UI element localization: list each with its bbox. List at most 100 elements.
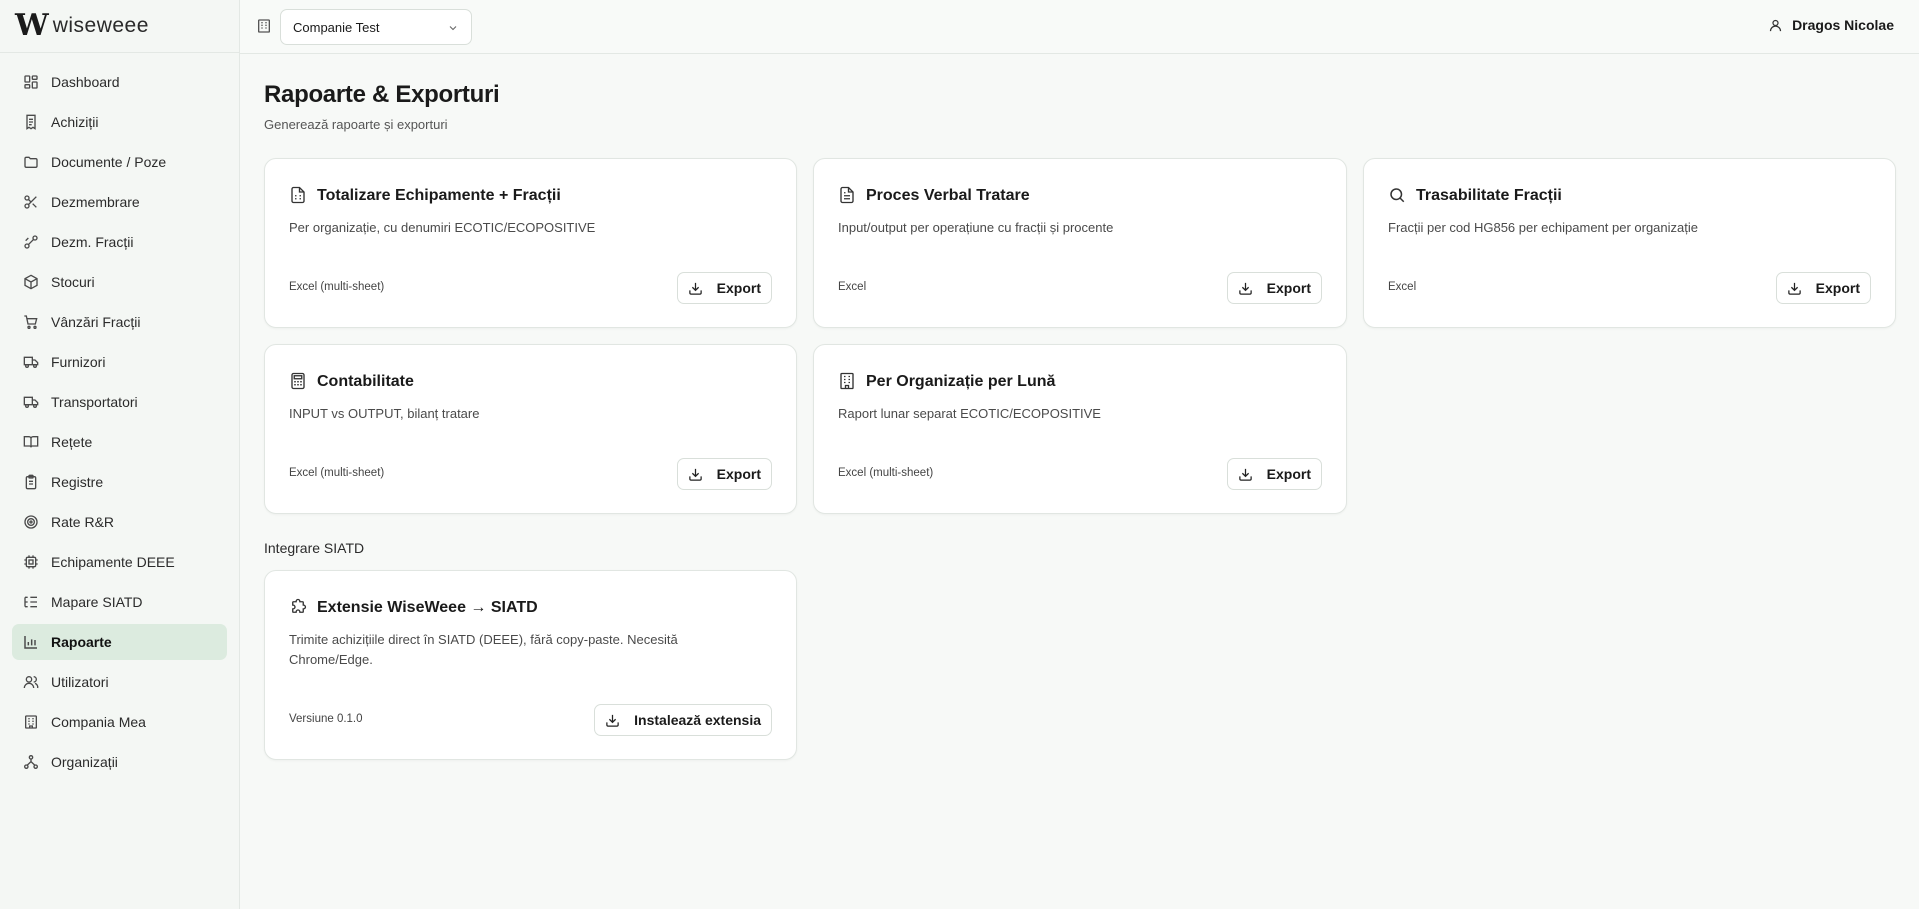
logo-mark: W (15, 8, 49, 43)
install-extension-button[interactable]: Instalează extensia (594, 704, 772, 736)
sidebar-item-utilizatori[interactable]: Utilizatori (12, 664, 227, 700)
top-header: Companie Test Dragos Nicolae (240, 0, 1919, 54)
sidebar-item-label: Vânzări Fracții (51, 314, 141, 330)
target-icon (23, 514, 39, 530)
cpu-icon (23, 554, 39, 570)
sidebar-item-rapoarte[interactable]: Rapoarte (12, 624, 227, 660)
page-title: Rapoarte & Exporturi (264, 81, 500, 108)
export-button[interactable]: Export (676, 272, 772, 304)
sidebar-item-label: Dezm. Fracții (51, 234, 134, 250)
file-spreadsheet-icon (289, 186, 307, 204)
puzzle-icon (289, 598, 307, 616)
building-icon (23, 714, 39, 730)
download-icon (1238, 467, 1253, 482)
sidebar-item-dezmembrare[interactable]: Dezmembrare (12, 184, 227, 220)
sidebar-item-mapare-siatd[interactable]: Mapare SIATD (12, 584, 227, 620)
report-card-proces-verbal: Proces Verbal Tratare Input/output per o… (813, 158, 1347, 328)
export-button[interactable]: Export (676, 458, 772, 490)
sidebar-item-documente[interactable]: Documente / Poze (12, 144, 227, 180)
company-select-value: Companie Test (293, 19, 380, 35)
card-title: Extensie WiseWeee → SIATD (317, 599, 538, 616)
user-icon (1768, 18, 1783, 33)
sidebar-item-stocuri[interactable]: Stocuri (12, 264, 227, 300)
sidebar-item-dashboard[interactable]: Dashboard (12, 64, 227, 100)
sidebar-item-achizitii[interactable]: Achiziții (12, 104, 227, 140)
sidebar-item-label: Rapoarte (51, 634, 112, 650)
report-card-per-organizatie: Per Organizație per Lună Raport lunar se… (813, 344, 1347, 514)
install-extension-button-label: Instalează extensia (634, 712, 761, 728)
export-button-label: Export (1815, 280, 1860, 296)
sidebar-item-label: Furnizori (51, 354, 106, 370)
sidebar-item-label: Dashboard (51, 74, 120, 90)
user-menu[interactable]: Dragos Nicolae (1768, 17, 1894, 33)
integration-card-siatd: Extensie WiseWeee → SIATD Trimite achizi… (264, 570, 797, 760)
sidebar-item-echipamente-deee[interactable]: Echipamente DEEE (12, 544, 227, 580)
report-card-contabilitate: Contabilitate INPUT vs OUTPUT, bilanț tr… (264, 344, 797, 514)
bar-chart-icon (23, 634, 39, 650)
sidebar-item-label: Registre (51, 474, 104, 490)
download-icon (605, 713, 620, 728)
sidebar-item-rate-rr[interactable]: Rate R&R (12, 504, 227, 540)
report-card-totalizare: Totalizare Echipamente + Fracții Per org… (264, 158, 797, 328)
sidebar-item-furnizori[interactable]: Furnizori (12, 344, 227, 380)
export-button-label: Export (1266, 466, 1311, 482)
git-branch-icon (23, 234, 39, 250)
download-icon (1238, 281, 1253, 296)
card-title: Trasabilitate Fracții (1416, 187, 1562, 204)
calculator-icon (289, 372, 307, 390)
export-button[interactable]: Export (1775, 272, 1871, 304)
export-button[interactable]: Export (1226, 458, 1322, 490)
building-icon (256, 18, 272, 34)
users-icon (23, 674, 39, 690)
report-card-trasabilitate: Trasabilitate Fracții Fracții per cod HG… (1363, 158, 1896, 328)
book-icon (23, 434, 39, 450)
card-description: Raport lunar separat ECOTIC/ECOPOSITIVE (838, 406, 1101, 421)
clipboard-icon (23, 474, 39, 490)
page-subtitle: Generează rapoarte și exporturi (264, 117, 448, 132)
card-format: Excel (multi-sheet) (838, 467, 934, 479)
sidebar-item-organizatii[interactable]: Organizații (12, 744, 227, 780)
card-title: Totalizare Echipamente + Fracții (317, 187, 561, 204)
card-title: Contabilitate (317, 373, 414, 390)
download-icon (688, 281, 703, 296)
sidebar-item-label: Compania Mea (51, 714, 146, 730)
card-description: INPUT vs OUTPUT, bilanț tratare (289, 406, 480, 421)
file-text-icon (838, 186, 856, 204)
card-format: Excel (838, 281, 867, 293)
sidebar-item-label: Documente / Poze (51, 154, 167, 170)
search-icon (1388, 186, 1406, 204)
card-description: Trimite achizițiile direct în SIATD (DEE… (289, 632, 678, 667)
list-tree-icon (23, 594, 39, 610)
sidebar-item-label: Organizații (51, 754, 118, 770)
chevron-down-icon (447, 22, 459, 34)
extension-version: Versiune 0.1.0 (289, 713, 363, 725)
sidebar-item-label: Echipamente DEEE (51, 554, 175, 570)
grid-icon (23, 74, 39, 90)
card-title: Per Organizație per Lună (866, 373, 1056, 390)
logo[interactable]: W wiseweee (0, 0, 239, 53)
sidebar-item-retete[interactable]: Rețete (12, 424, 227, 460)
sidebar-item-compania-mea[interactable]: Compania Mea (12, 704, 227, 740)
sidebar-item-label: Transportatori (51, 394, 138, 410)
export-button-label: Export (1266, 280, 1311, 296)
sidebar-item-label: Stocuri (51, 274, 95, 290)
export-button[interactable]: Export (1226, 272, 1322, 304)
company-select[interactable]: Companie Test (280, 9, 472, 45)
sidebar-item-registre[interactable]: Registre (12, 464, 227, 500)
card-title: Proces Verbal Tratare (866, 187, 1030, 204)
package-icon (23, 274, 39, 290)
truck-icon (23, 354, 39, 370)
download-icon (1787, 281, 1802, 296)
card-format: Excel (1388, 281, 1417, 293)
sidebar-item-label: Utilizatori (51, 674, 109, 690)
sidebar-item-transportatori[interactable]: Transportatori (12, 384, 227, 420)
network-icon (23, 754, 39, 770)
sidebar-nav: Dashboard Achiziții Documente / Poze Dez… (0, 53, 239, 780)
sidebar-item-vanzari-fractii[interactable]: Vânzări Fracții (12, 304, 227, 340)
sidebar-item-dezm-fractii[interactable]: Dezm. Fracții (12, 224, 227, 260)
sidebar: W wiseweee Dashboard Achiziții Documente… (0, 0, 240, 909)
truck-icon (23, 394, 39, 410)
card-description: Input/output per operațiune cu fracții ș… (838, 220, 1114, 235)
card-description: Per organizație, cu denumiri ECOTIC/ECOP… (289, 220, 596, 235)
card-description: Fracții per cod HG856 per echipament per… (1388, 220, 1698, 235)
